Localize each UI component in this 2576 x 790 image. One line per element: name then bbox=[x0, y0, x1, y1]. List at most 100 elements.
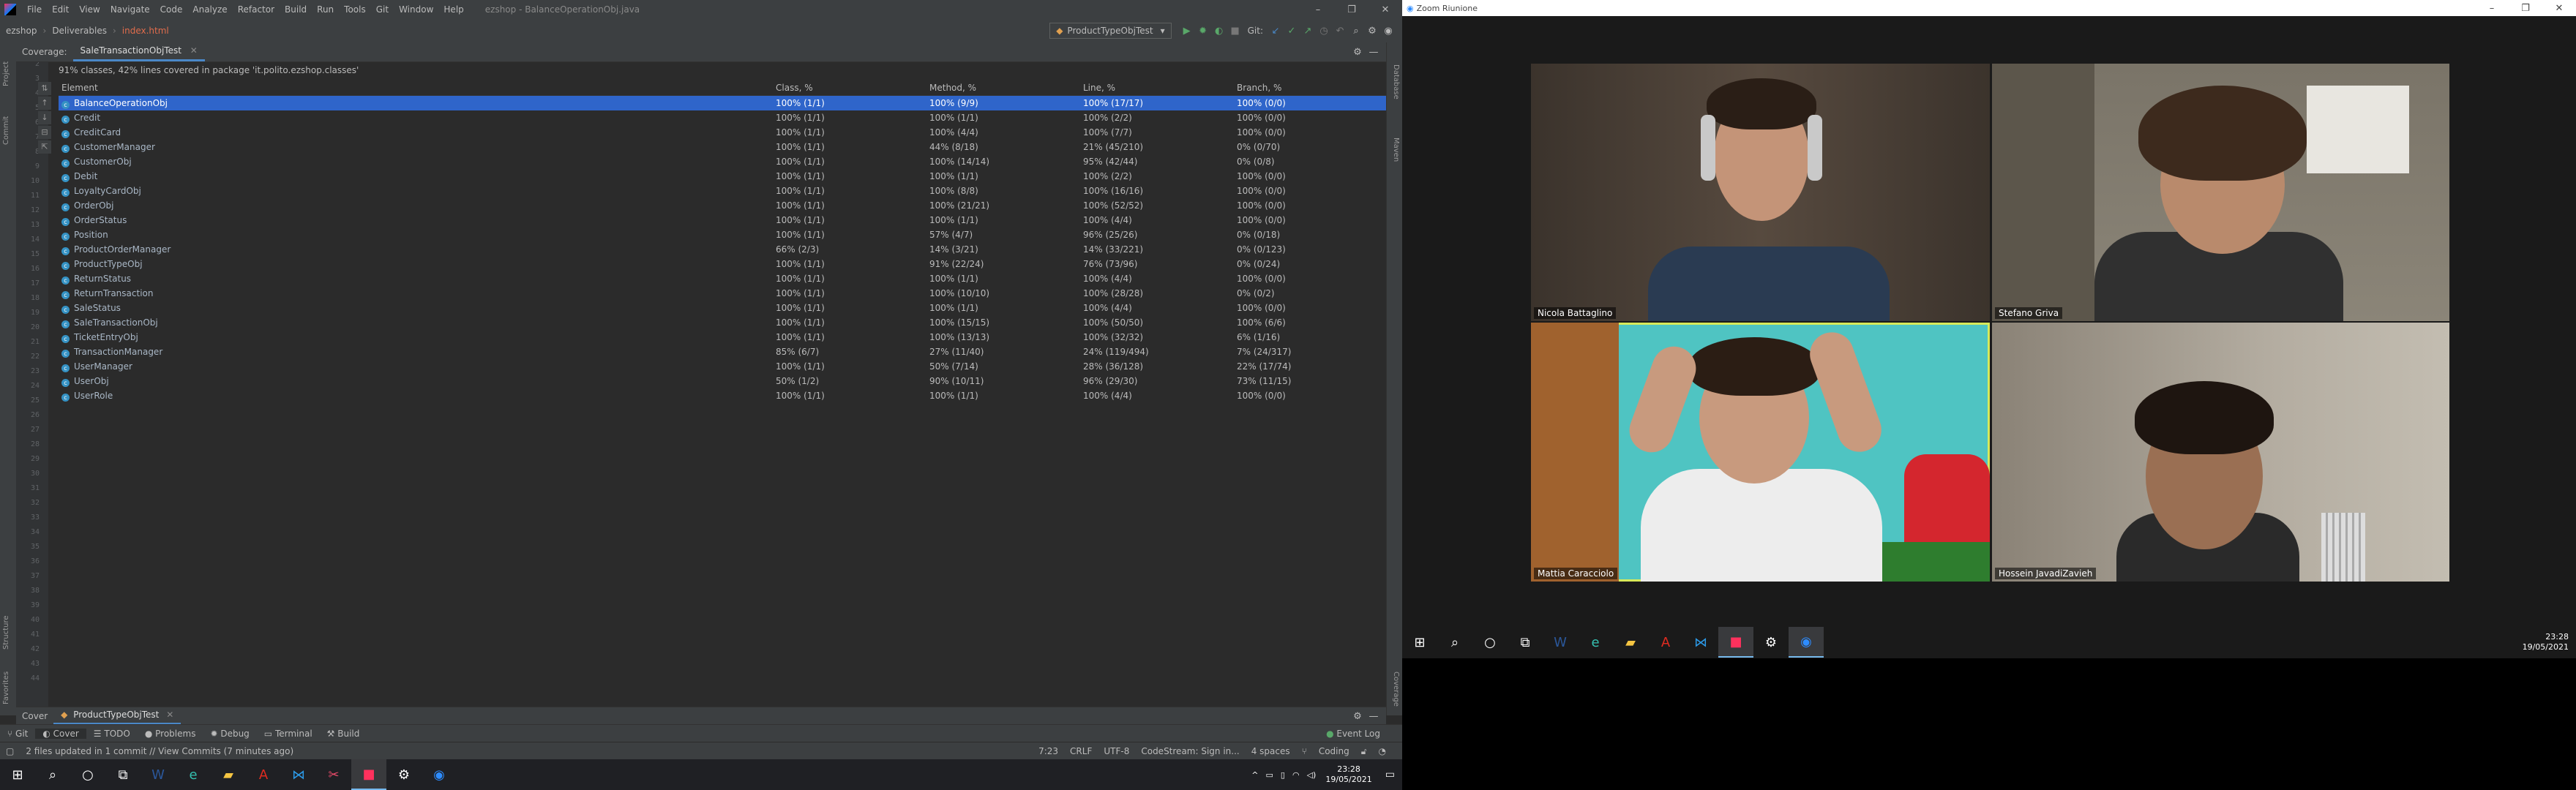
video-tile[interactable]: Hossein JavadiZavieh bbox=[1992, 323, 2449, 582]
git-commit-icon[interactable]: ✓ bbox=[1284, 26, 1300, 37]
column-header-branch[interactable]: Branch, % bbox=[1237, 80, 1281, 95]
clock[interactable]: 23:28 19/05/2021 bbox=[1319, 764, 1377, 785]
coverage-tab[interactable]: SaleTransactionObjTest ✕ bbox=[72, 42, 205, 61]
table-row[interactable]: c OrderStatus 100% (1/1) 100% (1/1) 100% (4/… bbox=[59, 213, 1386, 227]
search-everywhere-icon[interactable]: ⌕ bbox=[1348, 26, 1364, 37]
table-row[interactable]: c ReturnStatus 100% (1/1) 100% (1/1) 100% (4… bbox=[59, 271, 1386, 286]
tool-debug[interactable]: ✹ Debug bbox=[203, 729, 256, 739]
table-row[interactable]: c TransactionManager 85% (6/7) 27% (11/40) 2… bbox=[59, 345, 1386, 359]
tool-coverage[interactable]: Coverage bbox=[1392, 672, 1400, 707]
word-icon[interactable]: W bbox=[1543, 627, 1578, 658]
menu-edit[interactable]: Edit bbox=[47, 4, 74, 15]
close-icon[interactable]: ✕ bbox=[2542, 3, 2576, 14]
volume-icon[interactable]: ◁) bbox=[1303, 770, 1320, 780]
close-icon[interactable]: ✕ bbox=[1368, 4, 1402, 15]
edge-icon[interactable]: e bbox=[1578, 627, 1613, 658]
table-row[interactable]: c Debit 100% (1/1) 100% (1/1) 100% (2/2) 100%… bbox=[59, 169, 1386, 184]
rollback-icon[interactable]: ↶ bbox=[1332, 26, 1348, 37]
tool-terminal[interactable]: ▭ Terminal bbox=[257, 729, 320, 739]
network-icon[interactable]: ▭ bbox=[1262, 770, 1277, 780]
table-row[interactable]: c CreditCard 100% (1/1) 100% (4/4) 100% (7/7… bbox=[59, 125, 1386, 140]
table-row[interactable]: c BalanceOperationObj 100% (1/1) 100% (9/9)… bbox=[59, 96, 1386, 110]
file-explorer-icon[interactable]: ▰ bbox=[211, 759, 246, 790]
tool-database[interactable]: Database bbox=[1392, 64, 1400, 99]
stop-icon[interactable]: ■ bbox=[1227, 26, 1243, 37]
settings-gear-icon[interactable]: ⚙ bbox=[1753, 627, 1789, 658]
run-icon[interactable]: ▶ bbox=[1179, 26, 1195, 37]
run-configuration-select[interactable]: ◆ ProductTypeObjTest ▾ bbox=[1049, 23, 1172, 39]
breadcrumb-file[interactable]: index.html bbox=[116, 26, 175, 36]
notifications-icon[interactable]: ◔ bbox=[1373, 746, 1392, 756]
autoscroll-icon[interactable]: ↓ bbox=[38, 111, 51, 124]
vcs-branch[interactable]: Coding bbox=[1313, 746, 1355, 756]
table-row[interactable]: c ReturnTransaction 100% (1/1) 100% (10/10)… bbox=[59, 286, 1386, 301]
video-tile[interactable]: Stefano Griva bbox=[1992, 64, 2449, 321]
acrobat-icon[interactable]: A bbox=[1648, 627, 1683, 658]
table-row[interactable]: c UserRole 100% (1/1) 100% (1/1) 100% (4/4) 1… bbox=[59, 388, 1386, 403]
menu-run[interactable]: Run bbox=[312, 4, 339, 15]
show-included-icon[interactable]: ⊟ bbox=[38, 126, 51, 139]
settings-gear-icon[interactable]: ⚙ bbox=[1349, 47, 1366, 58]
cortana-icon[interactable]: ○ bbox=[1472, 627, 1508, 658]
caret-position[interactable]: 7:23 bbox=[1033, 746, 1064, 756]
tool-event-log[interactable]: ● Event Log bbox=[1319, 729, 1388, 739]
tab-cover[interactable]: Cover bbox=[16, 711, 53, 721]
hide-panel-icon[interactable]: — bbox=[1366, 47, 1382, 58]
column-header-class[interactable]: Class, % bbox=[776, 80, 813, 95]
column-header-line[interactable]: Line, % bbox=[1083, 80, 1115, 95]
export-icon[interactable]: ⇱ bbox=[38, 140, 51, 154]
minimize-icon[interactable]: – bbox=[1301, 4, 1335, 15]
vscode-icon[interactable]: ⋈ bbox=[281, 759, 316, 790]
table-row[interactable]: c SaleTransactionObj 100% (1/1) 100% (15/15… bbox=[59, 315, 1386, 330]
tool-maven[interactable]: Maven bbox=[1392, 138, 1400, 162]
tool-build[interactable]: ⚒ Build bbox=[320, 729, 367, 739]
clock[interactable]: 23:28 19/05/2021 bbox=[2523, 632, 2569, 652]
lock-icon[interactable]: 🔓︎ bbox=[1355, 746, 1373, 757]
edge-icon[interactable]: e bbox=[176, 759, 211, 790]
menu-build[interactable]: Build bbox=[280, 4, 312, 15]
tool-favorites[interactable]: Favorites bbox=[2, 672, 10, 704]
task-view-icon[interactable]: ⧉ bbox=[105, 759, 141, 790]
task-view-icon[interactable]: ⧉ bbox=[1508, 627, 1543, 658]
chevron-up-icon[interactable]: ^ bbox=[1248, 770, 1262, 780]
column-header-method[interactable]: Method, % bbox=[929, 80, 976, 95]
tool-structure[interactable]: Structure bbox=[2, 615, 10, 650]
windows-start-icon[interactable]: ⊞ bbox=[0, 759, 35, 790]
settings-gear-icon[interactable]: ⚙ bbox=[1364, 26, 1380, 37]
menu-refactor[interactable]: Refactor bbox=[233, 4, 280, 15]
debug-icon[interactable]: ✹ bbox=[1195, 26, 1211, 37]
tool-cover[interactable]: ◐ Cover bbox=[35, 729, 86, 739]
menu-view[interactable]: View bbox=[74, 4, 105, 15]
search-icon[interactable]: ⌕ bbox=[1437, 627, 1472, 658]
indent-setting[interactable]: 4 spaces bbox=[1246, 746, 1296, 756]
table-row[interactable]: c CustomerManager 100% (1/1) 44% (8/18) 21% … bbox=[59, 140, 1386, 154]
word-icon[interactable]: W bbox=[141, 759, 176, 790]
column-header-element[interactable]: Element bbox=[59, 80, 761, 95]
tool-git[interactable]: ⑂ Git bbox=[0, 729, 35, 739]
codestream-icon[interactable]: ◉ bbox=[1380, 26, 1396, 37]
menu-analyze[interactable]: Analyze bbox=[187, 4, 232, 15]
codestream-status[interactable]: CodeStream: Sign in... bbox=[1135, 746, 1245, 756]
tab-product-type-obj-test[interactable]: ◆ ProductTypeObjTest ✕ bbox=[53, 707, 181, 725]
breadcrumb-folder[interactable]: Deliverables bbox=[46, 26, 113, 36]
wifi-icon[interactable]: ◠ bbox=[1289, 770, 1303, 780]
battery-icon[interactable]: ▯ bbox=[1277, 770, 1289, 780]
close-tab-icon[interactable]: ✕ bbox=[190, 45, 198, 56]
restore-icon[interactable]: ❐ bbox=[1335, 4, 1368, 15]
intellij-icon[interactable]: ■ bbox=[351, 759, 386, 790]
table-row[interactable]: c Position 100% (1/1) 57% (4/7) 96% (25/26) 0… bbox=[59, 227, 1386, 242]
status-message[interactable]: 2 files updated in 1 commit // View Comm… bbox=[20, 746, 299, 756]
tool-todo[interactable]: ☰ TODO bbox=[86, 729, 138, 739]
cortana-icon[interactable]: ○ bbox=[70, 759, 105, 790]
breadcrumb-project[interactable]: ezshop bbox=[0, 26, 43, 36]
menu-window[interactable]: Window bbox=[394, 4, 438, 15]
table-row[interactable]: c Credit 100% (1/1) 100% (1/1) 100% (2/2) 100… bbox=[59, 110, 1386, 125]
menu-navigate[interactable]: Navigate bbox=[105, 4, 155, 15]
table-row[interactable]: c ProductOrderManager 66% (2/3) 14% (3/21) 1… bbox=[59, 242, 1386, 257]
layout-icon[interactable]: ▢ bbox=[0, 746, 20, 756]
table-row[interactable]: c UserObj 50% (1/2) 90% (10/11) 96% (29/30) 7… bbox=[59, 374, 1386, 388]
line-separator[interactable]: CRLF bbox=[1064, 746, 1098, 756]
close-tab-icon[interactable]: ✕ bbox=[166, 710, 173, 720]
table-row[interactable]: c OrderObj 100% (1/1) 100% (21/21) 100% (52/… bbox=[59, 198, 1386, 213]
video-tile[interactable]: Nicola Battaglino bbox=[1531, 64, 1990, 321]
